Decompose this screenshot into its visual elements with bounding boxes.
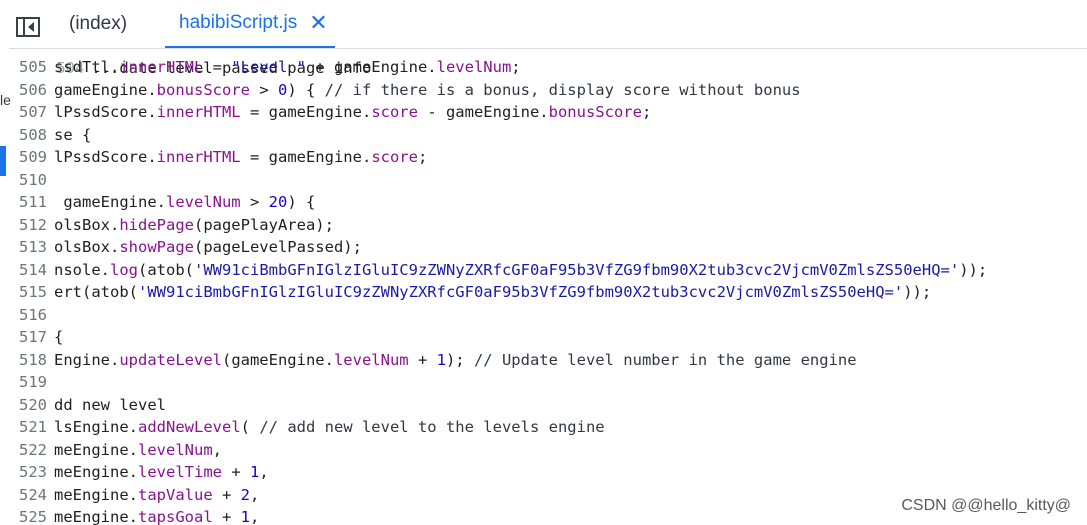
line-number[interactable]: 513 <box>9 236 54 259</box>
line-number[interactable]: 506 <box>9 79 54 102</box>
code-text: Engine.updateLevel(gameEngine.levelNum +… <box>54 350 857 369</box>
code-line: 522 meEngine.levelNum, <box>9 439 222 462</box>
code-text: gameEngine.levelNum > 20) { <box>54 193 316 211</box>
code-line: 510 <box>9 169 54 192</box>
tab-index[interactable]: (index) <box>69 0 127 47</box>
code-text: olsBox.showPage(pageLevelPassed); <box>54 238 362 256</box>
close-tab-icon[interactable]: ✕ <box>309 12 327 34</box>
code-line: 505 ssdTtl.innerHTML = "Level " + gameEng… <box>9 56 521 79</box>
code-line: 516 <box>9 304 54 327</box>
line-number[interactable]: 514 <box>9 259 54 282</box>
code-text: meEngine.tapValue + 2, <box>54 485 260 504</box>
code-line: 512 olsBox.hidePage(pagePlayArea); <box>9 214 334 237</box>
code-text: lPssdScore.innerHTML = gameEngine.score; <box>54 148 428 166</box>
selected-file-indicator <box>0 146 6 176</box>
toggle-navigator-icon[interactable] <box>15 16 41 38</box>
code-text: meEngine.levelNum, <box>54 440 222 459</box>
line-number[interactable]: 520 <box>9 394 54 417</box>
code-line: 519 <box>9 371 54 394</box>
line-number[interactable]: 524 <box>9 484 54 507</box>
code-line: 520 dd new level <box>9 394 166 417</box>
code-text: { <box>54 328 64 346</box>
tab-index-label: (index) <box>69 12 128 34</box>
line-number[interactable]: 516 <box>9 304 54 327</box>
line-number[interactable]: 510 <box>9 169 54 192</box>
line-number[interactable]: 508 <box>9 124 54 147</box>
code-line: 514 nsole.log(atob('WW91ciBmbGFnIGlzIGluI… <box>9 259 987 282</box>
code-text: lsEngine.addNewLevel( // add new level t… <box>54 418 605 436</box>
line-number[interactable]: 518 <box>9 349 54 372</box>
code-line: 511 gameEngine.levelNum > 20) { <box>9 191 315 214</box>
code-line: 506 gameEngine.bonusScore > 0) { // if th… <box>9 79 801 102</box>
code-text: ssdTtl.innerHTML = "Level " + gameEngine… <box>54 58 521 76</box>
code-line: 523 meEngine.levelTime + 1, <box>9 461 269 484</box>
line-number[interactable]: 517 <box>9 326 54 349</box>
code-line: 515 ert(atob('WW91ciBmbGFnIGlzIGluIC9zZWN… <box>9 281 931 304</box>
line-number[interactable]: 505 <box>9 56 54 79</box>
code-line: 518 Engine.updateLevel(gameEngine.levelNu… <box>9 349 857 372</box>
code-text: meEngine.levelTime + 1, <box>54 463 269 481</box>
code-text: olsBox.hidePage(pagePlayArea); <box>54 215 334 234</box>
code-text: dd new level <box>54 395 166 414</box>
line-number[interactable]: 515 <box>9 281 54 304</box>
code-text: gameEngine.bonusScore > 0) { // if there… <box>54 80 801 99</box>
code-line: 525 meEngine.tapsGoal + 1, <box>9 506 259 525</box>
editor-tab-bar: (index) habibiScript.js ✕ <box>0 0 1087 49</box>
code-line: 513 olsBox.showPage(pageLevelPassed); <box>9 236 362 259</box>
line-number[interactable]: 512 <box>9 214 54 237</box>
line-number[interactable]: 525 <box>9 506 54 525</box>
code-line: 524 meEngine.tapValue + 2, <box>9 484 259 507</box>
code-editor[interactable]: 504 ...date level passed page info 505 ssd… <box>9 48 1087 525</box>
code-text: nsole.log(atob('WW91ciBmbGFnIGlzIGluIC9z… <box>54 260 988 279</box>
navigator-panel-edge: le <box>0 48 11 525</box>
code-text: lPssdScore.innerHTML = gameEngine.score … <box>54 103 652 121</box>
code-line: 508 se { <box>9 124 91 147</box>
code-line: 507 lPssdScore.innerHTML = gameEngine.sco… <box>9 101 651 124</box>
line-number[interactable]: 511 <box>9 191 54 214</box>
line-number[interactable]: 522 <box>9 439 54 462</box>
code-text: meEngine.tapsGoal + 1, <box>54 508 260 525</box>
line-number[interactable]: 521 <box>9 416 54 439</box>
tab-habibiscript-label: habibiScript.js <box>179 12 298 33</box>
code-text: ert(atob('WW91ciBmbGFnIGlzIGluIC9zZWNyZX… <box>54 283 932 301</box>
code-line: 509 lPssdScore.innerHTML = gameEngine.sco… <box>9 146 427 169</box>
code-line: 521 lsEngine.addNewLevel( // add new leve… <box>9 416 605 439</box>
watermark: CSDN @@hello_kitty@ <box>901 497 1071 514</box>
code-text: se { <box>54 125 92 144</box>
line-number[interactable]: 519 <box>9 371 54 394</box>
line-number[interactable]: 507 <box>9 101 54 124</box>
code-line: 517{ <box>9 326 63 349</box>
tab-habibiscript[interactable]: habibiScript.js ✕ <box>165 0 335 48</box>
line-number[interactable]: 523 <box>9 461 54 484</box>
line-number[interactable]: 509 <box>9 146 54 169</box>
